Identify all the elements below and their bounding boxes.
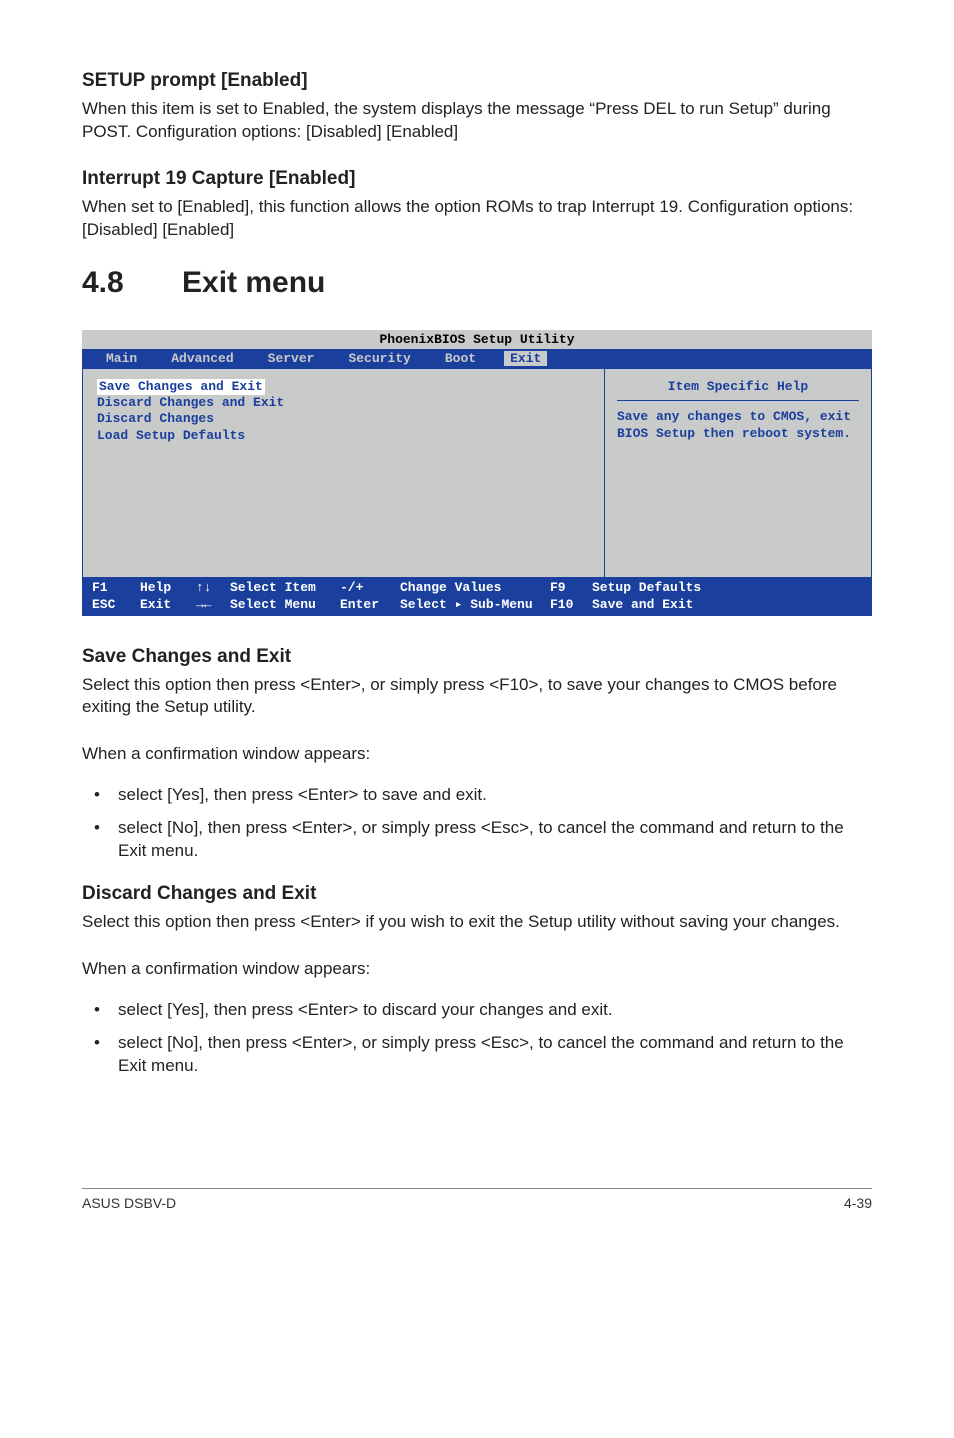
footer-right: 4-39 [844,1195,872,1211]
bios-help-text: Save any changes to CMOS, exit BIOS Setu… [617,409,859,443]
bios-menubar: Main Advanced Server Security Boot Exit [82,349,872,368]
bios-key-f1: F1 [92,580,140,597]
list-item: select [No], then press <Enter>, or simp… [82,817,872,863]
interrupt19-body: When set to [Enabled], this function all… [82,196,872,242]
list-item: select [No], then press <Enter>, or simp… [82,1032,872,1078]
save-exit-bullets: select [Yes], then press <Enter> to save… [82,784,872,863]
discard-exit-lead: When a confirmation window appears: [82,958,872,981]
bios-item-load-defaults: Load Setup Defaults [97,428,590,444]
bios-tab-main: Main [100,351,143,366]
save-exit-lead: When a confirmation window appears: [82,743,872,766]
footer-left: ASUS DSBV-D [82,1195,176,1211]
bios-arrows-leftright-icon: →← [196,597,230,614]
bios-item-discard-exit: Discard Changes and Exit [97,395,590,411]
bios-left-pane: Save Changes and Exit Discard Changes an… [82,368,604,578]
bios-tab-security: Security [342,351,416,366]
bios-action-help: Help [140,580,196,597]
section-number: 4.8 [82,266,182,300]
bios-action-setup-defaults: Setup Defaults [592,580,701,597]
bios-help-title: Item Specific Help [617,379,859,401]
bios-arrows-updown-icon: ↑↓ [196,580,230,597]
discard-exit-bullets: select [Yes], then press <Enter> to disc… [82,999,872,1078]
bios-footer: F1 ESC Help Exit ↑↓ →← Select Item Selec… [82,578,872,616]
bios-item-discard: Discard Changes [97,411,590,427]
bios-action-select-menu: Select Menu [230,597,340,614]
bios-title: PhoenixBIOS Setup Utility [82,330,872,349]
bios-action-exit: Exit [140,597,196,614]
bios-action-save-exit: Save and Exit [592,597,701,614]
list-item: select [Yes], then press <Enter> to save… [82,784,872,807]
discard-exit-body: Select this option then press <Enter> if… [82,911,872,934]
bios-action-change-values: Change Values [400,580,550,597]
save-exit-body: Select this option then press <Enter>, o… [82,674,872,720]
discard-exit-heading: Discard Changes and Exit [82,883,872,905]
setup-prompt-heading: SETUP prompt [Enabled] [82,70,872,92]
page-footer: ASUS DSBV-D 4-39 [82,1188,872,1211]
bios-action-select-item: Select Item [230,580,340,597]
bios-help-pane: Item Specific Help Save any changes to C… [604,368,872,578]
bios-action-select-submenu: Select ▸ Sub-Menu [400,597,550,614]
bios-tab-exit: Exit [504,351,547,366]
bios-tab-advanced: Advanced [165,351,239,366]
bios-tab-boot: Boot [439,351,482,366]
section-heading: 4.8Exit menu [82,266,872,300]
list-item: select [Yes], then press <Enter> to disc… [82,999,872,1022]
bios-key-f10: F10 [550,597,592,614]
section-title: Exit menu [182,266,325,299]
bios-key-esc: ESC [92,597,140,614]
bios-item-save-exit: Save Changes and Exit [97,379,265,395]
save-exit-heading: Save Changes and Exit [82,646,872,668]
bios-key-enter: Enter [340,597,400,614]
bios-key-plusminus: -/+ [340,580,400,597]
bios-key-f9: F9 [550,580,592,597]
bios-tab-server: Server [262,351,321,366]
setup-prompt-body: When this item is set to Enabled, the sy… [82,98,872,144]
interrupt19-heading: Interrupt 19 Capture [Enabled] [82,168,872,190]
bios-screenshot: PhoenixBIOS Setup Utility Main Advanced … [82,330,872,616]
